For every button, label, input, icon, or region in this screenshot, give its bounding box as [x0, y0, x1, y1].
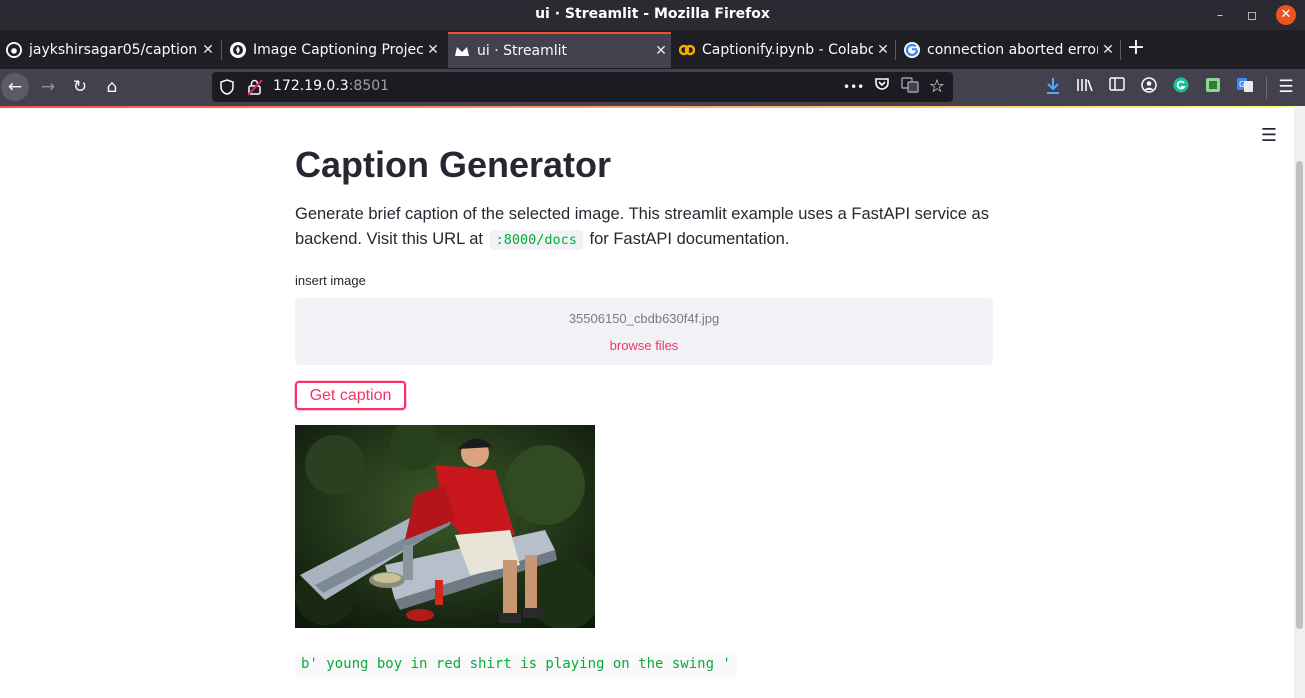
page-title: Caption Generator — [295, 144, 612, 185]
app-menu-icon[interactable]: ☰ — [1276, 77, 1296, 97]
tab-image-captioning[interactable]: Image Captioning Project ✕ — [224, 34, 443, 66]
get-caption-button[interactable]: Get caption — [295, 381, 406, 410]
account-icon[interactable] — [1139, 77, 1159, 97]
tab-streamlit[interactable]: ui · Streamlit ✕ — [448, 32, 671, 68]
uploaded-filename: 35506150_cbdb630f4f.jpg — [568, 311, 720, 326]
tab-label: connection aborted error — [927, 42, 1098, 58]
dark-circle-icon — [230, 42, 246, 58]
close-tab-icon[interactable]: ✕ — [423, 42, 443, 58]
caption-output: b' young boy in red shirt is playing on … — [295, 652, 737, 677]
insecure-lock-icon[interactable] — [247, 78, 263, 96]
google-icon — [904, 42, 920, 58]
maximize-icon[interactable]: ◻ — [1242, 5, 1262, 25]
github-icon — [6, 42, 22, 58]
close-tab-icon[interactable]: ✕ — [873, 42, 893, 58]
close-tab-icon[interactable]: ✕ — [1098, 42, 1118, 58]
window-titlebar: ui · Streamlit - Mozilla Firefox – ◻ ✕ — [0, 0, 1305, 30]
download-icon[interactable] — [1043, 77, 1063, 97]
tab-github[interactable]: jaykshirsagar05/captionify ✕ — [0, 34, 218, 66]
tab-separator — [895, 40, 896, 60]
url-text[interactable]: 172.19.0.3:8501 — [273, 78, 389, 94]
page-actions-icon[interactable]: ••• — [843, 77, 864, 97]
streamlit-page: ☰ Caption Generator Generate brief capti… — [0, 106, 1305, 698]
page-description: Generate brief caption of the selected i… — [295, 202, 993, 253]
decoration-line — [0, 106, 1294, 108]
tab-label: Captionify.ipynb - Colaboratory — [702, 42, 873, 58]
back-button[interactable]: ← — [1, 73, 29, 101]
url-port: :8501 — [348, 78, 390, 94]
url-bar[interactable]: 172.19.0.3:8501 ••• ☆ — [212, 72, 953, 102]
navigation-toolbar: ← → ↻ ⌂ 172.19.0.3:8501 ••• ☆ G ☰ — [0, 69, 1305, 106]
reload-button[interactable]: ↻ — [66, 73, 94, 101]
page-scrollbar[interactable] — [1294, 106, 1305, 698]
window-title: ui · Streamlit - Mozilla Firefox — [535, 6, 770, 22]
grammarly-icon[interactable] — [1171, 77, 1191, 97]
close-tab-icon[interactable]: ✕ — [651, 43, 671, 59]
url-host: 172.19.0.3 — [273, 78, 349, 94]
extension-green-icon[interactable] — [1203, 77, 1223, 97]
streamlit-menu-icon[interactable]: ☰ — [1259, 126, 1279, 146]
tab-colab[interactable]: Captionify.ipynb - Colaboratory ✕ — [673, 34, 893, 66]
tab-separator — [221, 40, 222, 60]
tab-label: ui · Streamlit — [477, 43, 568, 59]
streamlit-crown-icon — [454, 43, 470, 59]
close-window-icon[interactable]: ✕ — [1276, 5, 1296, 25]
pocket-icon[interactable] — [872, 77, 892, 97]
toolbar-separator — [1266, 77, 1267, 99]
uploaded-image — [295, 425, 595, 628]
bookmark-star-icon[interactable]: ☆ — [927, 77, 947, 97]
colab-icon — [679, 42, 695, 58]
minimize-icon[interactable]: – — [1210, 5, 1230, 25]
description-text-end: for FastAPI documentation. — [589, 230, 790, 248]
library-icon[interactable] — [1075, 77, 1095, 97]
tab-separator — [1120, 40, 1121, 60]
new-tab-button[interactable]: + — [1125, 34, 1147, 64]
tracking-shield-icon[interactable] — [220, 79, 234, 95]
svg-text:G: G — [1239, 80, 1245, 89]
sidebar-icon[interactable] — [1107, 77, 1127, 97]
forward-button[interactable]: → — [34, 73, 62, 101]
browse-files-link[interactable]: browse files — [295, 338, 993, 353]
scrollbar-thumb[interactable] — [1296, 161, 1303, 629]
translate-icon[interactable] — [900, 77, 920, 97]
tab-label: Image Captioning Project — [253, 42, 423, 58]
close-tab-icon[interactable]: ✕ — [198, 42, 218, 58]
file-uploader-dropzone[interactable]: 35506150_cbdb630f4f.jpg browse files — [295, 298, 993, 365]
docs-url-code: :8000/docs — [489, 230, 583, 250]
tab-label: jaykshirsagar05/captionify — [29, 42, 198, 58]
uploader-label: insert image — [295, 273, 366, 288]
home-button[interactable]: ⌂ — [98, 73, 126, 101]
google-translate-icon[interactable]: G — [1235, 77, 1255, 97]
tab-google[interactable]: connection aborted error ✕ — [898, 34, 1118, 66]
